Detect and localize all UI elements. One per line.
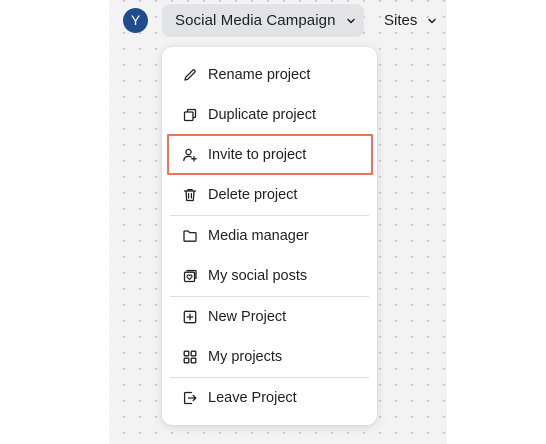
social-posts-icon (182, 268, 198, 284)
menu-item-my-projects[interactable]: My projects (170, 339, 369, 375)
invite-user-icon (182, 147, 198, 163)
project-switcher-button[interactable]: Social Media Campaign (162, 4, 364, 37)
menu-item-invite-to-project[interactable]: Invite to project (170, 137, 369, 173)
menu-divider (170, 215, 369, 216)
menu-item-label: New Project (208, 309, 287, 325)
menu-item-label: Leave Project (208, 390, 297, 406)
project-actions-menu: Rename project Duplicate project Invite … (162, 47, 377, 425)
menu-item-label: Rename project (208, 67, 311, 83)
sites-label: Sites (384, 12, 418, 29)
chevron-down-icon (346, 16, 356, 26)
menu-divider (170, 296, 369, 297)
sites-dropdown-button[interactable]: Sites (384, 4, 437, 37)
duplicate-icon (182, 107, 198, 123)
menu-item-duplicate-project[interactable]: Duplicate project (170, 97, 369, 133)
screen: Y Social Media Campaign Sites Rename pro… (0, 0, 546, 444)
menu-item-label: Invite to project (208, 147, 307, 163)
menu-item-rename-project[interactable]: Rename project (170, 57, 369, 93)
menu-item-new-project[interactable]: New Project (170, 299, 369, 335)
menu-item-label: My projects (208, 349, 283, 365)
menu-item-my-social-posts[interactable]: My social posts (170, 258, 369, 294)
pencil-icon (182, 67, 198, 83)
menu-item-label: My social posts (208, 268, 308, 284)
project-name: Social Media Campaign (175, 12, 336, 29)
trash-icon (182, 187, 198, 203)
menu-item-delete-project[interactable]: Delete project (170, 177, 369, 213)
menu-item-leave-project[interactable]: Leave Project (170, 380, 369, 416)
folder-icon (182, 228, 198, 244)
menu-item-label: Delete project (208, 187, 298, 203)
menu-item-media-manager[interactable]: Media manager (170, 218, 369, 254)
exit-icon (182, 390, 198, 406)
menu-divider (170, 377, 369, 378)
avatar[interactable]: Y (123, 8, 148, 33)
plus-square-icon (182, 309, 198, 325)
menu-item-label: Duplicate project (208, 107, 316, 123)
grid-icon (182, 349, 198, 365)
menu-item-label: Media manager (208, 228, 309, 244)
chevron-down-icon (427, 16, 437, 26)
